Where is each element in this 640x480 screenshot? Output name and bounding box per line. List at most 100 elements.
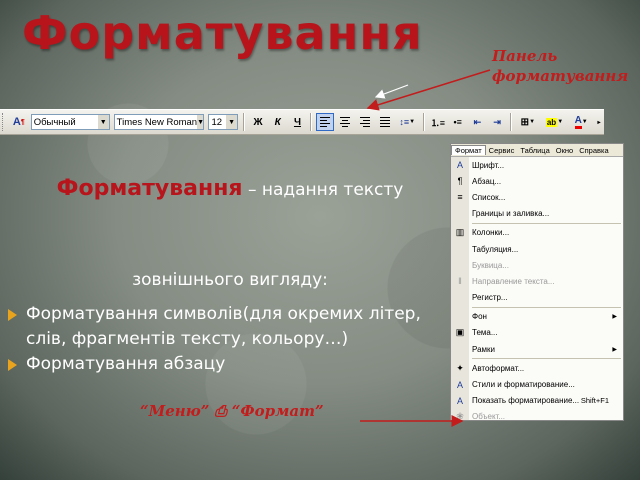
menubar-item[interactable]: Справка (576, 146, 611, 155)
menubar-item[interactable]: Сервис (486, 146, 518, 155)
menu-item-label: Шрифт... (472, 160, 505, 170)
menu-item[interactable]: Регистр... (451, 290, 623, 306)
menu-item[interactable]: ▣ Тема... (451, 325, 623, 341)
menu-item-icon: ✦ (456, 362, 464, 373)
align-left-button[interactable] (316, 113, 335, 131)
panel-label: Панель форматування (492, 46, 637, 86)
menu-item[interactable]: Табуляция... (451, 241, 623, 257)
menu-item-icon: ▥ (455, 227, 465, 238)
menu-separator (472, 222, 621, 224)
bulleted-list-button[interactable]: •≡ (449, 113, 467, 131)
decrease-indent-button[interactable]: ⇤ (469, 113, 487, 131)
menu-item[interactable]: Фон ▶ (451, 309, 623, 325)
align-right-button[interactable] (356, 113, 374, 131)
align-center-button[interactable] (336, 113, 354, 131)
menu-item-shortcut: Shift+F1 (580, 396, 609, 406)
menu-item[interactable]: ❀ Объект... (451, 409, 623, 421)
menu-item-label: Тема... (472, 328, 498, 338)
menu-item-label: Показать форматирование... (472, 396, 580, 406)
bold-button[interactable]: Ж (249, 113, 267, 131)
menu-item-icon: ‖ (458, 276, 462, 287)
menu-item[interactable]: A Стили и форматирование... (451, 376, 623, 392)
definition-text: – надання тексту (242, 180, 404, 200)
format-menu-screenshot: Формат Сервис Таблица Окно Справка A Шрифт...… (450, 143, 624, 421)
bullet-arrow-icon (8, 309, 17, 321)
menu-item-icon: A (456, 160, 463, 171)
menu-item[interactable]: Буквица... (451, 257, 623, 273)
menu-item-label: Список... (472, 192, 506, 202)
definition: Форматування – надання тексту (20, 172, 440, 207)
chevron-down-icon[interactable]: ▼ (197, 115, 204, 129)
borders-button[interactable]: ⊞ ▼ (516, 113, 540, 131)
justify-icon (379, 117, 390, 127)
justify-button[interactable] (376, 113, 394, 131)
bullet-item: Форматування абзацу (6, 352, 446, 377)
toolbar-options-button[interactable]: ▸ (595, 113, 603, 131)
increase-indent-icon: ⇥ (493, 116, 501, 127)
slide-title: Форматування (22, 6, 423, 60)
menu-item[interactable]: ‖ Направление текста... (451, 273, 623, 289)
increase-indent-button[interactable]: ⇥ (488, 113, 506, 131)
bullet-text: Форматування абзацу (26, 354, 226, 374)
menu-item[interactable]: Рамки ▶ (451, 341, 623, 357)
toolbar-separator (243, 113, 246, 131)
styles-pane-icon[interactable]: A ¶ (10, 113, 28, 131)
chevron-down-icon[interactable]: ▼ (226, 115, 238, 129)
menu-item-label: Автоформат... (472, 363, 525, 373)
align-right-icon (359, 117, 370, 127)
font-size-value: 12 (211, 116, 223, 128)
underline-button[interactable]: Ч (289, 113, 307, 131)
italic-button[interactable]: К (269, 113, 287, 131)
menu-item-icon: A (456, 379, 463, 390)
menu-item[interactable]: Границы и заливка... (451, 206, 623, 222)
menu-item-icon: ❀ (456, 411, 464, 421)
menu-bar: Формат Сервис Таблица Окно Справка (451, 144, 623, 157)
menu-item[interactable]: ✦ Автоформат... (451, 360, 623, 376)
menu-item-label: Колонки... (472, 228, 510, 238)
menu-item-label: Объект... (472, 412, 506, 421)
style-combo[interactable]: Обычный ▼ (30, 114, 110, 130)
menu-item-icon: ▣ (455, 327, 465, 338)
menu-separator (472, 358, 621, 360)
definition-line2: зовнішнього вигляду: (132, 270, 328, 290)
menu-item[interactable]: ¶ Абзац... (451, 173, 623, 189)
menu-item-label: Абзац... (472, 176, 502, 186)
menubar-item[interactable]: Окно (553, 146, 576, 155)
align-left-icon (320, 117, 331, 127)
toolbar-separator (423, 113, 426, 131)
bullet-arrow-icon (8, 359, 17, 371)
bullet-text: Форматування символів(для окремих літер,… (26, 304, 421, 349)
font-color-icon: A (574, 115, 582, 129)
line-spacing-icon: ↕≡ (399, 117, 410, 127)
bullet-item: Форматування символів(для окремих літер,… (6, 302, 446, 352)
bulleted-list-icon: •≡ (453, 117, 462, 127)
menu-item[interactable]: ▥ Колонки... (451, 225, 623, 241)
menu-item-label: Границы и заливка... (472, 209, 550, 219)
menubar-item[interactable]: Формат (451, 145, 486, 155)
chevron-down-icon[interactable]: ▼ (97, 115, 109, 129)
panel-label-line1: Панель (492, 47, 558, 65)
menu-separator (472, 306, 621, 308)
toolbar-separator (310, 113, 313, 131)
menu-item-icon: A (456, 395, 463, 406)
menu-item[interactable]: ≡ Список... (451, 189, 623, 205)
highlight-icon: ab (545, 117, 558, 127)
highlight-button[interactable]: ab ▼ (542, 113, 568, 131)
menu-item-label: Рамки (472, 344, 495, 354)
menu-item[interactable]: A Шрифт... (451, 157, 623, 173)
numbered-list-button[interactable]: ⒈≡ (429, 113, 447, 131)
toolbar-separator (510, 113, 513, 131)
menu-item[interactable]: A Показать форматирование... Shift+F1 (451, 393, 623, 409)
toolbar-grip[interactable] (2, 113, 6, 131)
submenu-arrow-icon: ▶ (612, 346, 617, 353)
menubar-item[interactable]: Таблица (517, 146, 552, 155)
font-size-combo[interactable]: 12 ▼ (208, 114, 239, 130)
menu-item-label: Табуляция... (472, 244, 519, 254)
font-combo[interactable]: Times New Roman ▼ (113, 114, 205, 130)
numbered-list-icon: ⒈≡ (430, 117, 446, 128)
chevron-down-icon: ▼ (557, 119, 564, 125)
formatting-toolbar: A ¶ Обычный ▼ Times New Roman ▼ 12 ▼ Ж К … (0, 109, 604, 135)
line-spacing-button[interactable]: ↕≡ ▼ (395, 113, 419, 131)
font-color-button[interactable]: A ▼ (569, 113, 593, 131)
menu-item-label: Стили и форматирование... (472, 380, 575, 390)
